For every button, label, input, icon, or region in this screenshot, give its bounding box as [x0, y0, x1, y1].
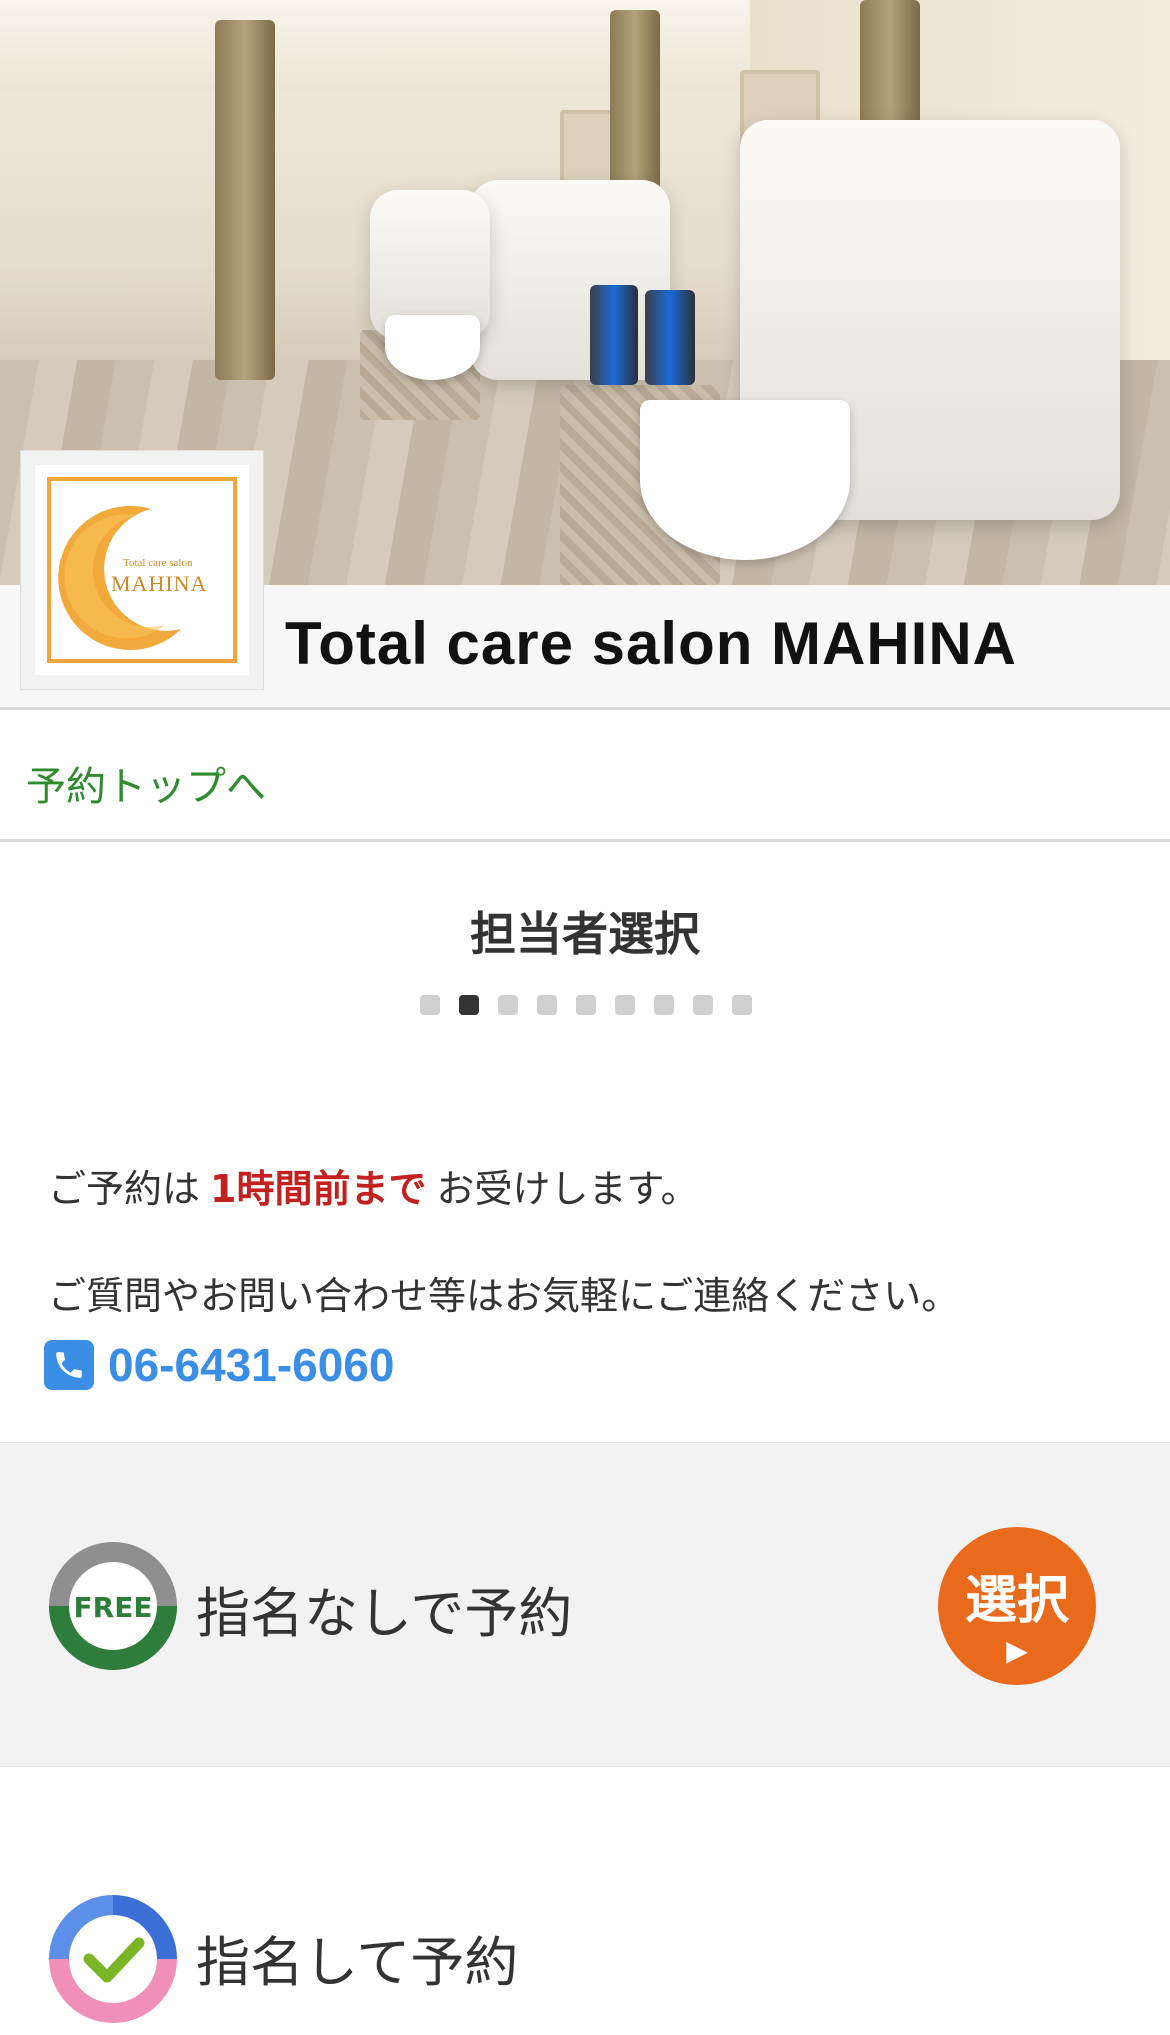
- step-dot: [537, 995, 557, 1015]
- salon-logo: Total care salon MAHINA: [20, 450, 264, 690]
- play-arrow-icon: ▶: [1006, 1635, 1028, 1666]
- hero-basin: [385, 315, 480, 380]
- option-nominated[interactable]: 指名して予約: [0, 1768, 1170, 2035]
- free-badge-icon: FREE: [49, 1542, 177, 1670]
- phone-number: 06-6431-6060: [108, 1339, 395, 1391]
- hero-device: [645, 290, 695, 385]
- option-no-nomination-label: 指名なしで予約: [196, 1582, 573, 1645]
- contact-notice: ご質問やお問い合わせ等はお気軽にご連絡ください。: [48, 1274, 960, 1318]
- hero-curtain: [215, 20, 275, 380]
- step-dot: [576, 995, 596, 1015]
- step-dot: [732, 995, 752, 1015]
- logo-inner: Total care salon MAHINA: [35, 465, 249, 675]
- reservation-deadline-notice: ご予約は 1時間前まで お受けします。: [48, 1158, 699, 1213]
- step-dot: [693, 995, 713, 1015]
- back-to-reservation-top-link[interactable]: 予約トップへ: [26, 754, 266, 812]
- hero-device: [590, 285, 638, 385]
- step-dot: [420, 995, 440, 1015]
- logo-small-text: Total care salon: [123, 557, 193, 569]
- crescent-moon-logo-icon: [58, 505, 181, 650]
- step-dot: [615, 995, 635, 1015]
- notice-suffix: お受けします。: [436, 1167, 699, 1211]
- option-nominated-label: 指名して予約: [196, 1931, 519, 1994]
- notice-deadline: 1時間前まで: [210, 1167, 427, 1211]
- hero-basin: [640, 400, 850, 560]
- phone-link[interactable]: 06-6431-6060: [44, 1338, 394, 1392]
- notice-prefix: ご予約は: [48, 1167, 201, 1211]
- hero-chair: [470, 180, 670, 380]
- step-dot: [498, 995, 518, 1015]
- step-progress-dots: [420, 995, 752, 1015]
- phone-icon: [44, 1340, 94, 1390]
- option-no-nomination[interactable]: FREE 指名なしで予約 選択 ▶: [0, 1442, 1170, 1767]
- free-badge-text: FREE: [74, 1591, 153, 1624]
- step-dot: [654, 995, 674, 1015]
- select-button[interactable]: 選択 ▶: [938, 1527, 1096, 1685]
- step-dot-current: [459, 995, 479, 1015]
- select-button-label: 選択: [964, 1572, 1069, 1630]
- back-link-row: 予約トップへ: [0, 712, 1170, 842]
- checkmark-badge-icon: [49, 1895, 177, 2023]
- salon-name: Total care salon MAHINA: [285, 610, 1018, 677]
- step-title: 担当者選択: [470, 907, 700, 961]
- logo-main-text: MAHINA: [111, 571, 208, 596]
